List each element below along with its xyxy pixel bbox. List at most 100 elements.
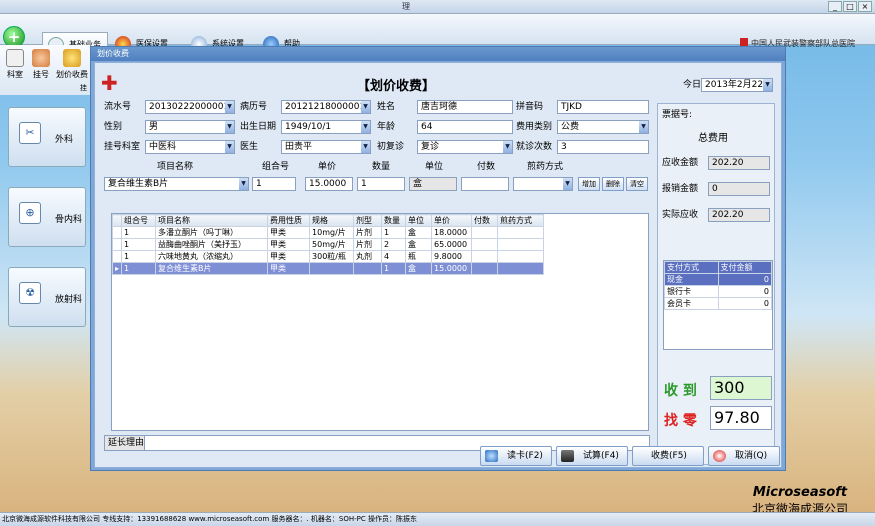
dept-label: 挂号科室	[104, 142, 141, 152]
cell-paid	[471, 250, 499, 263]
gender-label: 性别	[104, 122, 123, 132]
column-header[interactable]: 煎药方式	[497, 214, 545, 227]
entry-group-label: 组合号	[262, 162, 290, 172]
received-amount-field[interactable]: 300	[710, 376, 772, 400]
cell-paid	[471, 262, 499, 275]
gender-select[interactable]: 男 ▼	[145, 120, 235, 134]
entry-unit-label: 单位	[425, 162, 444, 172]
received-label: 收 到	[664, 383, 697, 399]
name-label: 姓名	[377, 102, 396, 112]
record-number-field[interactable]: 20121218000001 ▼	[281, 100, 371, 114]
ribbon-dept-button[interactable]: 科室	[2, 49, 28, 80]
clear-items-button[interactable]: 清空	[626, 177, 648, 191]
cell-paid	[471, 238, 499, 251]
cancel-button[interactable]: 取消(Q)	[708, 446, 780, 466]
table-row[interactable]: 1 六味地黄丸（浓缩丸） 甲类 300粒/瓶 丸剂 4 瓶 9.8000	[112, 250, 545, 263]
change-amount: 97.80	[710, 406, 772, 430]
entry-paid-label: 付数	[477, 162, 496, 172]
calendar-icon	[6, 49, 24, 67]
column-header[interactable]: 单价	[431, 214, 473, 227]
entry-method-label: 煎药方式	[527, 162, 564, 172]
group-number-field[interactable]: 1	[252, 177, 296, 191]
dialog-heading: 【划价收费】	[357, 79, 436, 94]
fee-type-select[interactable]: 公费 ▼	[557, 120, 649, 134]
cell-method: 现金	[664, 273, 719, 286]
pinyin-label: 拼音码	[516, 102, 544, 112]
cell-qty: 1	[381, 226, 407, 239]
reason-label: 延长理由	[105, 436, 145, 450]
column-header[interactable]: 数量	[381, 214, 407, 227]
maximize-button[interactable]: □	[843, 1, 857, 12]
close-window-button[interactable]: ×	[858, 1, 872, 12]
doctor-select[interactable]: 田贵平 ▼	[281, 140, 371, 154]
item-name-select[interactable]: 复合维生素B片 ▼	[104, 177, 249, 191]
decoction-method-select[interactable]: ▼	[513, 177, 573, 191]
window-titlebar: 理 _ □ ×	[0, 0, 875, 14]
trial-calc-button[interactable]: 试算(F4)	[556, 446, 628, 466]
brand-en: Microseasoft	[752, 485, 848, 500]
birth-date-picker[interactable]: 1949/10/1 ▼	[281, 120, 371, 134]
nav-item-radiology[interactable]: ☢ 放射科	[8, 267, 86, 327]
patient-name-field[interactable]: 唐吉珂德	[417, 100, 513, 114]
cell-group: 1	[121, 250, 157, 263]
row-pointer-icon: ▸	[112, 262, 123, 275]
cell-qty: 1	[381, 262, 407, 275]
cell-price: 15.0000	[431, 262, 473, 275]
read-card-button[interactable]: 读卡(F2)	[480, 446, 552, 466]
chevron-down-icon: ▼	[239, 178, 248, 190]
paid-count-field[interactable]	[461, 177, 509, 191]
payment-table[interactable]: 支付方式 支付金额 现金 0 银行卡 0 会员卡 0	[663, 260, 773, 350]
cell-unit: 盒	[405, 226, 433, 239]
dialog-titlebar: 划价收费	[91, 47, 785, 61]
visit-type-select[interactable]: 复诊 ▼	[417, 140, 513, 154]
cell-fee-type: 甲类	[267, 238, 311, 251]
dialog-body: ✚ 【划价收费】 今日 2013年2月22日 ▼ 流水号 201302220000…	[94, 62, 782, 468]
table-row[interactable]: 1 多潘立酮片（吗丁啉） 甲类 10mg/片 片剂 1 盒 18.0000	[112, 226, 545, 239]
cell-form: 片剂	[353, 238, 383, 251]
visit-count-label: 就诊次数	[516, 142, 553, 152]
cell-fee-type: 甲类	[267, 250, 311, 263]
coins-icon	[63, 49, 81, 67]
items-table[interactable]: 组合号 项目名称 费用性质 规格 剂型 数量 单位 单价 付数 煎药方式 1 多潘…	[111, 213, 649, 431]
add-item-button[interactable]: 增加	[578, 177, 600, 191]
people-icon	[32, 49, 50, 67]
cell-item: 六味地黄丸（浓缩丸）	[155, 250, 269, 263]
nav-item-surgery[interactable]: ✂ 外科	[8, 107, 86, 167]
nav-item-orthopedics[interactable]: ⊕ 骨内科	[8, 187, 86, 247]
delete-item-button[interactable]: 删除	[602, 177, 624, 191]
dept-select[interactable]: 中医科 ▼	[145, 140, 235, 154]
record-label: 病历号	[240, 102, 268, 112]
today-date-picker[interactable]: 2013年2月22日 ▼	[701, 78, 773, 92]
cancel-icon	[713, 450, 726, 462]
payment-row[interactable]: 会员卡 0	[664, 297, 772, 310]
column-header[interactable]: 规格	[309, 214, 355, 227]
column-header[interactable]: 剂型	[353, 214, 383, 227]
chevron-down-icon: ▼	[225, 121, 234, 133]
table-row-selected[interactable]: ▸ 1 复合维生素B片 甲类 1 盒 15.0000	[112, 262, 545, 275]
unit-price-field[interactable]: 15.0000	[305, 177, 353, 191]
quantity-field[interactable]: 1	[357, 177, 405, 191]
actual-label: 实际应收	[662, 210, 699, 220]
minimize-button[interactable]: _	[828, 1, 842, 12]
ribbon-register-button[interactable]: 挂号	[28, 49, 54, 80]
payment-row-selected[interactable]: 现金 0	[664, 273, 772, 286]
cell-fee-type: 甲类	[267, 226, 311, 239]
reimb-amount: 0	[708, 182, 770, 196]
charge-button[interactable]: 收费(F5)	[632, 446, 704, 466]
cell-item: 多潘立酮片（吗丁啉）	[155, 226, 269, 239]
ribbon-pricing-button[interactable]: 划价收费	[56, 49, 88, 80]
serial-number-field[interactable]: 20130222000001 ▼	[145, 100, 235, 114]
cell-qty: 2	[381, 238, 407, 251]
column-header[interactable]: 费用性质	[267, 214, 311, 227]
visit-count-field[interactable]: 3	[557, 140, 649, 154]
pinyin-field[interactable]: TJKD	[557, 100, 649, 114]
calculator-icon	[561, 450, 574, 462]
age-field[interactable]: 64	[417, 120, 513, 134]
column-header[interactable]: 付数	[471, 214, 499, 227]
payment-row[interactable]: 银行卡 0	[664, 285, 772, 298]
table-row[interactable]: 1 益酶曲唑酮片（美抒玉） 甲类 50mg/片 片剂 2 盒 65.0000	[112, 238, 545, 251]
column-header[interactable]: 单位	[405, 214, 433, 227]
column-header[interactable]: 组合号	[121, 214, 157, 227]
column-header[interactable]: 项目名称	[155, 214, 269, 227]
card-icon	[485, 450, 498, 462]
